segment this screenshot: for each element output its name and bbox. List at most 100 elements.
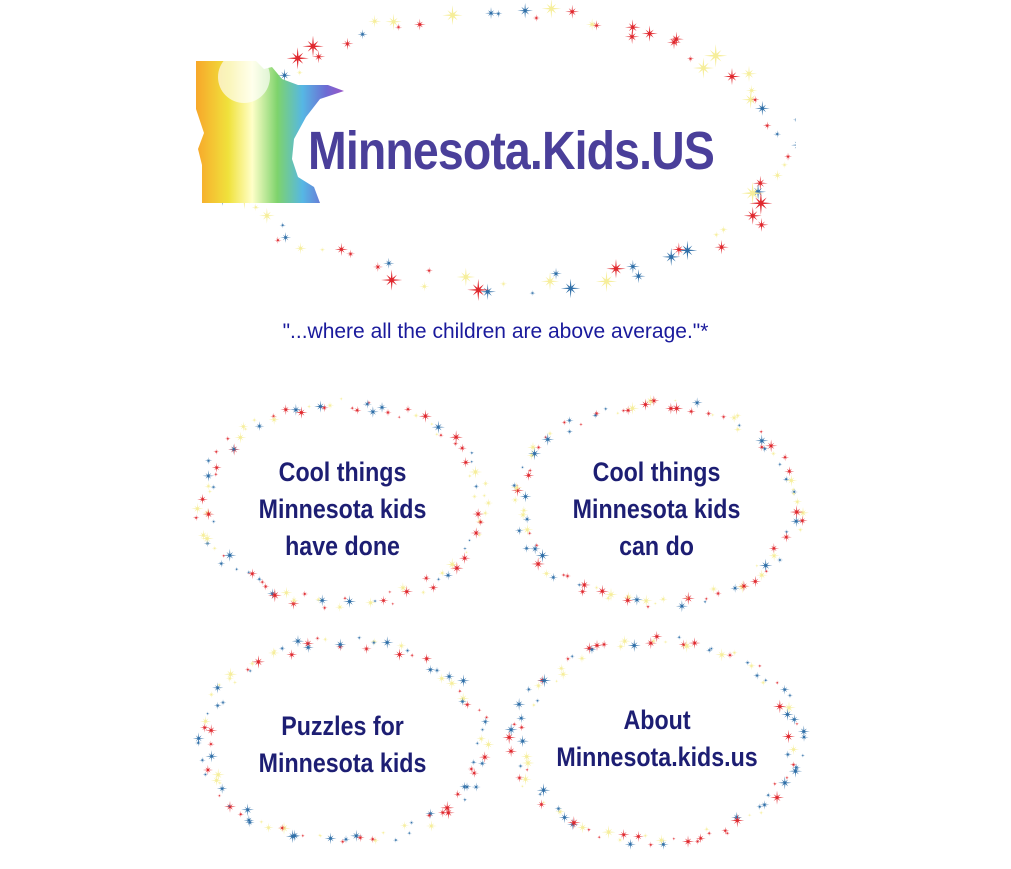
sparkle-star-icon (736, 422, 742, 428)
sparkle-star-icon (564, 572, 572, 580)
sparkle-star-icon (678, 639, 689, 650)
sparkle-star-icon (537, 791, 543, 797)
sparkle-star-icon (301, 590, 309, 598)
sparkle-star-icon (554, 679, 559, 684)
sparkle-star-icon (471, 782, 481, 792)
sparkle-star-icon (357, 29, 368, 40)
sparkle-star-icon (457, 688, 463, 694)
sparkle-star-icon (773, 130, 782, 138)
cool-things-done-link[interactable]: Cool things Minnesota kids have done (188, 392, 498, 617)
sparkle-star-icon (217, 793, 222, 798)
sparkle-star-icon (452, 440, 459, 447)
sparkle-star-icon (244, 666, 251, 673)
sparkle-star-icon (317, 833, 322, 838)
sparkle-star-icon (286, 649, 298, 661)
sparkle-star-icon (578, 422, 584, 427)
sparkle-star-icon (288, 829, 301, 842)
sparkle-star-icon (456, 267, 476, 287)
sparkle-star-icon (576, 821, 589, 834)
sparkle-star-icon (653, 601, 658, 606)
sparkle-star-icon (550, 267, 562, 280)
sparkle-star-icon (251, 655, 265, 669)
sparkle-star-icon (453, 789, 463, 799)
sparkle-star-icon (368, 14, 382, 28)
sparkle-star-icon (378, 595, 389, 606)
sparkle-star-icon (392, 837, 399, 843)
sparkle-star-icon (577, 586, 588, 597)
sparkle-star-icon (770, 790, 784, 805)
sparkle-star-icon (625, 401, 640, 415)
sparkle-star-icon (234, 431, 247, 444)
sparkle-star-icon (467, 278, 490, 301)
sparkle-star-icon (753, 671, 761, 680)
sparkle-star-icon (616, 642, 626, 652)
sparkle-star-icon (334, 242, 348, 256)
sparkle-star-icon (641, 25, 658, 42)
sparkle-star-icon (403, 405, 413, 414)
sparkle-star-icon (223, 667, 238, 681)
sparkle-star-icon (606, 259, 626, 279)
sparkle-star-icon (680, 639, 694, 653)
sparkle-star-icon (404, 647, 411, 654)
sparkle-star-icon (751, 95, 760, 104)
sparkle-star-icon (285, 829, 300, 844)
sparkle-star-icon (322, 636, 329, 643)
sparkle-star-icon (632, 830, 644, 843)
sparkle-star-icon (631, 593, 643, 606)
sparkle-star-icon (334, 638, 347, 651)
sparkle-star-icon (624, 838, 636, 850)
sparkle-star-icon (421, 573, 431, 583)
sparkle-star-icon (319, 246, 326, 253)
sparkle-star-icon (778, 776, 792, 790)
sparkle-star-icon (792, 118, 796, 122)
sparkle-star-icon (730, 583, 740, 593)
sparkle-star-icon (577, 653, 587, 663)
sparkle-star-icon (745, 84, 758, 97)
sparkle-star-icon (419, 281, 430, 292)
sparkle-star-icon (757, 663, 763, 669)
sparkle-star-icon (433, 666, 441, 674)
sparkle-star-icon (425, 267, 433, 275)
sparkle-star-icon (212, 682, 224, 694)
sparkle-star-icon (771, 169, 783, 181)
sparkle-star-icon (762, 121, 772, 131)
sparkle-star-icon (399, 821, 410, 831)
sparkle-star-icon (715, 648, 729, 662)
sparkle-star-icon (624, 29, 640, 45)
sparkle-star-icon (677, 240, 698, 261)
sparkle-star-icon (237, 810, 245, 818)
puzzles-link[interactable]: Puzzles for Minnesota kids (188, 630, 498, 855)
sparkle-star-icon (595, 270, 618, 293)
sparkle-star-icon (525, 685, 533, 694)
tagline: "...where all the children are above ave… (0, 320, 1011, 344)
about-link[interactable]: About Minnesota.kids.us (502, 630, 812, 855)
sparkle-star-icon (710, 412, 715, 418)
sparkle-star-icon (462, 782, 472, 792)
sparkle-star-icon (393, 648, 406, 661)
sparkle-star-icon (541, 568, 552, 579)
sparkle-star-icon (334, 602, 345, 612)
sparkle-star-icon (278, 823, 287, 832)
sparkle-star-icon (535, 444, 542, 451)
sparkle-star-icon (324, 832, 337, 845)
cool-things-can-do-link[interactable]: Cool things Minnesota kids can do (502, 392, 812, 617)
sparkle-star-icon (316, 594, 329, 607)
sparkle-star-icon (349, 405, 355, 411)
sparkle-star-icon (758, 429, 764, 435)
sparkle-star-icon (593, 584, 600, 591)
sparkle-star-icon (681, 835, 695, 848)
sparkle-star-icon (248, 659, 257, 668)
sparkle-star-icon (723, 68, 741, 86)
sparkle-star-icon (706, 830, 712, 837)
sparkle-star-icon (277, 821, 291, 835)
sparkle-star-icon (517, 3, 533, 19)
sparkle-star-icon (406, 830, 412, 836)
sparkle-star-icon (754, 217, 769, 232)
sparkle-star-icon (306, 404, 312, 409)
sparkle-star-icon (618, 829, 630, 841)
sparkle-star-icon (380, 830, 386, 836)
sparkle-star-icon (642, 832, 649, 839)
sparkle-star-icon (280, 232, 292, 243)
sparkle-star-icon (254, 421, 265, 431)
sparkle-star-icon (278, 645, 286, 652)
